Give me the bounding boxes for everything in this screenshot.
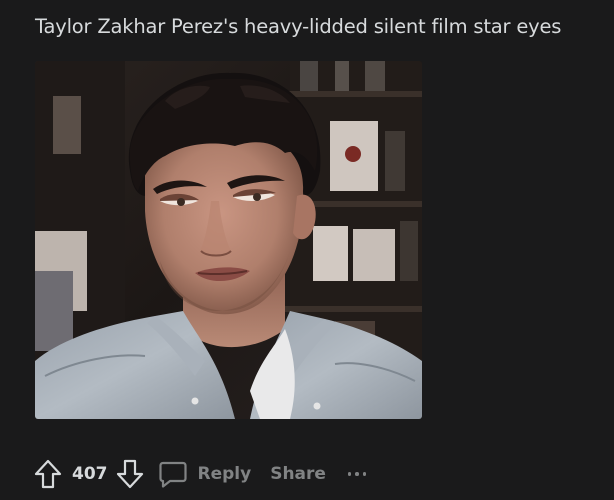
comment-bubble-icon xyxy=(158,459,188,489)
share-label: Share xyxy=(270,464,326,484)
reply-label: Reply xyxy=(197,464,252,484)
upvote-arrow-icon xyxy=(34,459,62,489)
downvote-arrow-icon xyxy=(116,459,143,489)
downvote-button[interactable] xyxy=(114,456,146,492)
vote-count: 407 xyxy=(72,464,108,484)
more-options-icon xyxy=(347,472,367,476)
post-title[interactable]: Taylor Zakhar Perez's heavy-lidded silen… xyxy=(35,14,561,40)
reply-button[interactable]: Reply xyxy=(158,456,252,492)
post: Taylor Zakhar Perez's heavy-lidded silen… xyxy=(0,0,614,500)
more-options-button[interactable] xyxy=(347,456,367,492)
post-action-bar: 407 Reply Share xyxy=(32,455,367,493)
share-button[interactable]: Share xyxy=(270,456,326,492)
upvote-button[interactable] xyxy=(32,456,64,492)
photo-illustration xyxy=(35,61,422,419)
post-image[interactable] xyxy=(35,61,422,419)
